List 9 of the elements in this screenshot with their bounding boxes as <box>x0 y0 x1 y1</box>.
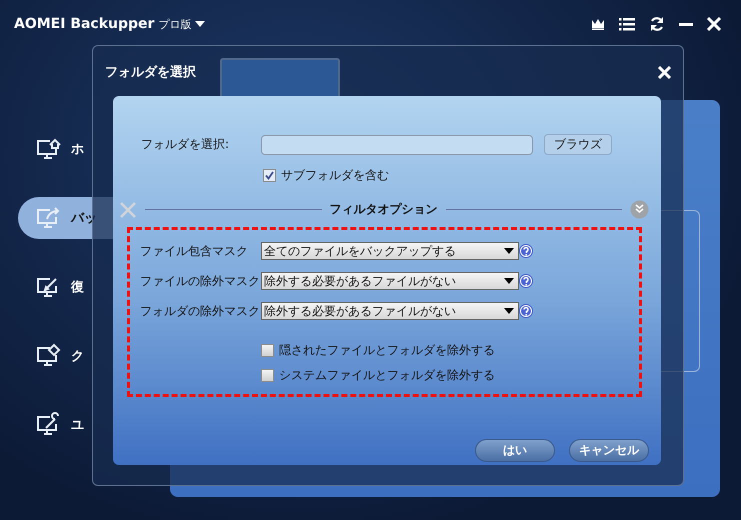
app-title: AOMEI Backupper <box>14 16 154 32</box>
mask-label: ファイル包含マスク <box>140 242 249 260</box>
section-title: フィルタオプション <box>330 201 438 218</box>
mask-label: フォルダの除外マスク <box>140 302 261 320</box>
mask-label: ファイルの除外マスク <box>140 272 261 290</box>
checkbox-label: 隠されたファイルとフォルダを除外する <box>279 342 495 359</box>
folder-label: フォルダを選択: <box>140 136 230 153</box>
checkbox-label: システムファイルとフォルダを除外する <box>279 367 495 384</box>
dialog-title: フォルダを選択 <box>105 64 196 81</box>
